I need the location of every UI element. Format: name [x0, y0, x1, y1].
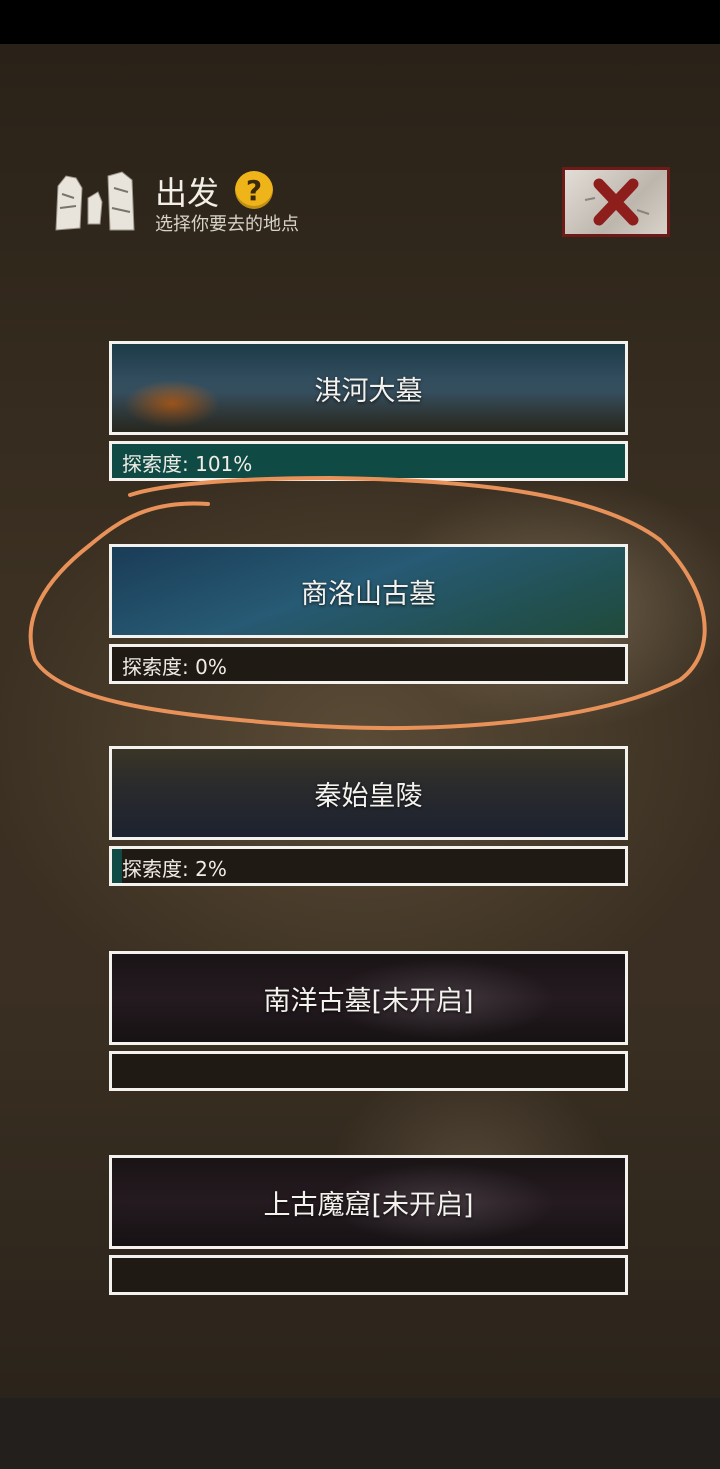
- location-name: 上古魔窟[未开启]: [263, 1189, 474, 1221]
- location-button-shangluo[interactable]: 商洛山古墓: [109, 544, 628, 638]
- location-button-nanyang[interactable]: 南洋古墓[未开启]: [109, 951, 628, 1045]
- location-name: 秦始皇陵: [314, 780, 423, 812]
- location-button-shanggu[interactable]: 上古魔窟[未开启]: [109, 1155, 628, 1249]
- location-card-nanyang: 南洋古墓[未开启]: [109, 951, 628, 1091]
- location-button-qinshihuang[interactable]: 秦始皇陵: [109, 746, 628, 840]
- progress-label: 探索度: 101%: [122, 452, 253, 476]
- exploration-progress-bar: [109, 1051, 628, 1091]
- stone-figures-icon: [52, 168, 136, 234]
- help-icon[interactable]: ?: [235, 171, 273, 209]
- progress-label: 探索度: 0%: [122, 655, 227, 679]
- close-x-icon: [584, 178, 650, 226]
- location-card-qinshihuang: 秦始皇陵 探索度: 2%: [109, 746, 628, 886]
- exploration-progress-bar: 探索度: 101%: [109, 441, 628, 481]
- location-name: 商洛山古墓: [301, 578, 436, 610]
- navigation-bar: [0, 1398, 720, 1469]
- close-button[interactable]: [562, 167, 670, 237]
- location-card-shanggu: 上古魔窟[未开启]: [109, 1155, 628, 1295]
- exploration-progress-bar: 探索度: 0%: [109, 644, 628, 684]
- exploration-progress-bar: [109, 1255, 628, 1295]
- progress-fill: [112, 849, 123, 883]
- location-name: 南洋古墓[未开启]: [263, 985, 474, 1017]
- page-subtitle: 选择你要去的地点: [155, 214, 299, 235]
- location-name: 淇河大墓: [314, 375, 423, 407]
- location-card-shangluo: 商洛山古墓 探索度: 0%: [109, 544, 628, 684]
- status-bar: [0, 0, 720, 44]
- progress-label: 探索度: 2%: [122, 857, 227, 881]
- location-card-qihe: 淇河大墓 探索度: 101%: [109, 341, 628, 481]
- exploration-progress-bar: 探索度: 2%: [109, 846, 628, 886]
- location-button-qihe[interactable]: 淇河大墓: [109, 341, 628, 435]
- page-title: 出发: [155, 174, 220, 212]
